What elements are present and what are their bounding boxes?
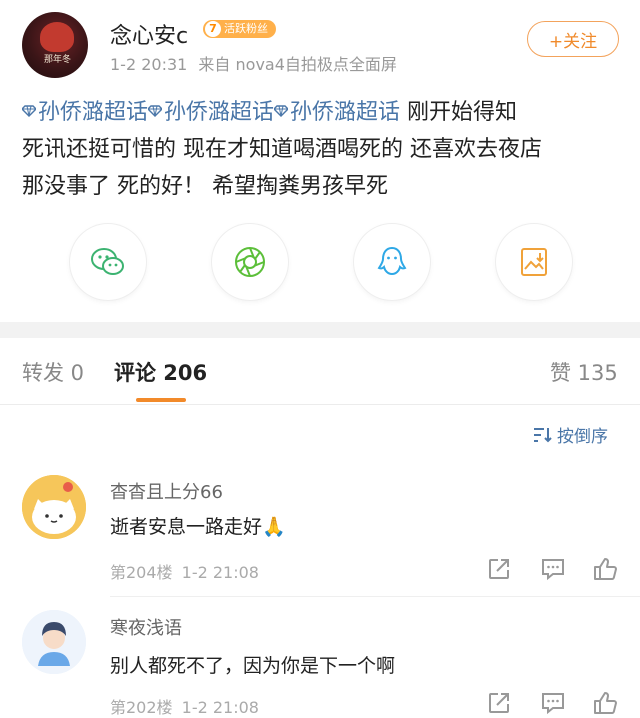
moments-icon [235,247,265,277]
comment-floor: 第202楼 [110,698,173,717]
topic-link[interactable]: 孙侨潞超话 [148,100,274,125]
topic-link[interactable]: 孙侨潞超话 [22,100,148,125]
post-line-1: 孙侨潞超话 孙侨潞超话 孙侨潞超话 刚开始得知 [22,94,622,131]
diamond-icon [274,105,289,117]
like-icon[interactable] [592,690,618,716]
avatar-caption: 那年冬 [44,55,72,65]
save-image-icon [521,248,547,276]
cat-avatar-icon [22,475,86,539]
share-qq-button[interactable] [354,224,430,300]
diamond-icon [148,105,163,117]
post-line-1-rest: 刚开始得知 [400,100,518,125]
author-name[interactable]: 念心安c [110,18,188,50]
author-avatar[interactable]: 那年冬 [22,12,88,78]
fan-badge-label: 活跃粉丝 [224,22,268,35]
topic-link[interactable]: 孙侨潞超话 [274,100,400,125]
post-time: 1-2 20:31 [110,55,188,74]
like-icon[interactable] [592,556,618,582]
comment-icon[interactable] [540,556,566,582]
post-line-3: 那没事了 死的好！ 希望掏粪男孩早死 [22,174,388,199]
comment-item: 杳杳且上分66 逝者安息一路走好🙏 第204楼 1-2 21:08 [0,470,640,590]
share-wechat-button[interactable] [70,224,146,300]
comment-time: 1-2 21:08 [181,698,259,717]
active-tab-indicator [136,398,186,402]
commenter-name[interactable]: 杳杳且上分66 [110,478,223,504]
commenter-avatar[interactable] [22,475,86,539]
person-avatar-icon [22,610,86,674]
sort-toggle[interactable]: 按倒序 [533,422,608,447]
comment-meta: 第204楼 1-2 21:08 [110,559,259,583]
share-moments-button[interactable] [212,224,288,300]
follow-button[interactable]: +关注 [527,21,619,57]
section-separator [0,322,640,338]
sort-icon [534,427,552,442]
avatar-figure [40,22,74,52]
comment-text: 逝者安息一路走好🙏 [110,516,286,538]
comment-divider [110,596,640,597]
comment-text: 别人都死不了，因为你是下一个啊 [110,655,396,677]
comment-icon[interactable] [540,690,566,716]
tab-repost[interactable]: 转发 0 [22,357,84,387]
wechat-icon [91,248,124,275]
post-line-2: 死讯还挺可惜的 现在才知道喝酒喝死的 还喜欢去夜店 [22,137,542,162]
tab-comments[interactable]: 评论 206 [114,357,207,387]
save-image-button[interactable] [496,224,572,300]
fan-level: 7 [205,21,221,37]
qq-icon [377,246,407,276]
post-meta: 1-2 20:31 来自 nova4自拍极点全面屏 [110,51,397,75]
comment-item: 寒夜浅语 别人都死不了，因为你是下一个啊 第202楼 1-2 21:08 [0,606,640,717]
post-body: 孙侨潞超话 孙侨潞超话 孙侨潞超话 刚开始得知 死讯还挺可惜的 现在才知道喝酒喝死的… [22,94,622,205]
commenter-name[interactable]: 寒夜浅语 [110,614,182,640]
tab-likes[interactable]: 赞 135 [550,357,618,387]
share-icon[interactable] [486,690,512,716]
comment-floor: 第204楼 [110,563,173,582]
post-source: 来自 nova4自拍极点全面屏 [198,55,397,74]
fan-badge: 7 活跃粉丝 [203,20,276,38]
comment-meta: 第202楼 1-2 21:08 [110,694,259,718]
tabs-divider [0,404,640,405]
diamond-icon [22,105,36,117]
share-icon[interactable] [486,556,512,582]
comment-time: 1-2 21:08 [181,563,259,582]
commenter-avatar[interactable] [22,610,86,674]
sort-label: 按倒序 [557,427,608,447]
